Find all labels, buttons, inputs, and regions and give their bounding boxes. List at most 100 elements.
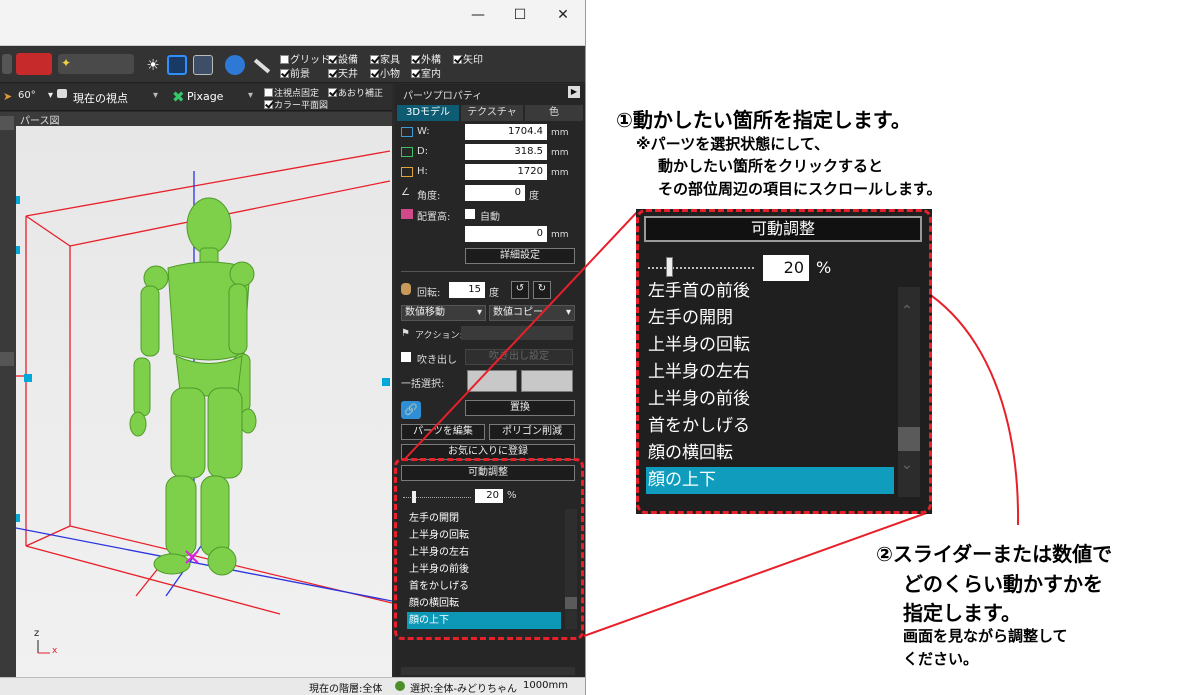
close-icon[interactable]: ✕ xyxy=(548,4,578,26)
figure-model[interactable] xyxy=(129,197,257,576)
move-dropdown[interactable]: 数値移動 ▾ xyxy=(401,305,486,321)
fit-view-icon[interactable] xyxy=(167,55,187,75)
step2-line3: 指定します。 xyxy=(903,601,1021,625)
step2-line1: ②スライダーまたは数値で xyxy=(876,542,1113,566)
application-window: — ☐ ✕ ✦ ☀ グリッド 設備 家具 外構 矢印 前景 天井 小物 室内 ➤… xyxy=(0,0,586,695)
color-plan-checkbox[interactable]: カラー平面図 xyxy=(264,98,328,111)
placement-field[interactable]: 0 xyxy=(465,226,547,242)
rotate-left-icon[interactable]: ↺ xyxy=(511,281,529,299)
small-items-checkbox[interactable]: 小物 xyxy=(370,65,400,80)
status-bar: 現在の階層:全体 選択:全体-みどりちゃん 1000mm xyxy=(0,677,585,695)
exterior-checkbox[interactable]: 外構 xyxy=(411,51,441,66)
auto-checkbox[interactable] xyxy=(465,209,475,219)
interior-check-label: 室内 xyxy=(421,69,441,80)
axis-z-label: z xyxy=(34,628,40,639)
axis-indicator xyxy=(37,640,50,654)
arrow-checkbox[interactable]: 矢印 xyxy=(453,51,483,66)
height-field[interactable]: 1720 xyxy=(465,164,547,180)
rotate-right-icon[interactable]: ↻ xyxy=(533,281,551,299)
fix-focus-check-box[interactable] xyxy=(264,88,273,97)
link-icon[interactable]: 🔗 xyxy=(401,401,421,419)
current-view-dropdown[interactable]: 現在の視点 xyxy=(73,90,128,106)
edit-parts-button[interactable]: パーツを編集 xyxy=(401,424,485,440)
depth-icon xyxy=(401,147,413,157)
copy-dropdown[interactable]: 数値コピー ▾ xyxy=(489,305,575,321)
pixage-dropdown-arrow-icon[interactable]: ▾ xyxy=(248,90,253,101)
strip-button[interactable] xyxy=(0,116,14,130)
polygon-reduce-button[interactable]: ポリゴン削減 xyxy=(489,424,575,440)
step2-line2: どのくらい動かすかを xyxy=(903,572,1103,596)
equipment-check-box[interactable] xyxy=(328,55,337,64)
magic-wand-tool-icon[interactable]: ✦ xyxy=(58,54,134,74)
foreground-checkbox[interactable]: 前景 xyxy=(280,65,310,80)
angle-icon: ∠ xyxy=(401,187,410,198)
furniture-checkbox[interactable]: 家具 xyxy=(370,51,400,66)
angle-field[interactable]: 0 xyxy=(465,185,525,201)
balloon-checkbox[interactable] xyxy=(401,352,411,362)
exterior-check-box[interactable] xyxy=(411,55,420,64)
pixage-icon: ✖ xyxy=(172,88,185,106)
house-icon[interactable] xyxy=(16,53,52,75)
view-toolbar: ➤ 60° ▾ 現在の視点 ▾ ✖ Pixage ▾ 注視点固定 あおり補正 カ… xyxy=(0,84,392,111)
strip-button[interactable] xyxy=(0,352,14,366)
pixage-dropdown[interactable]: Pixage xyxy=(187,90,223,103)
zoom-highlight-border xyxy=(636,209,932,514)
step1-note-line2: 動かしたい箇所をクリックすると xyxy=(658,157,884,175)
dropdown-icon[interactable] xyxy=(2,54,12,74)
panel-bottom-bar xyxy=(401,667,575,675)
3d-viewport[interactable]: z x xyxy=(16,126,392,677)
interior-check-box[interactable] xyxy=(411,69,420,78)
rotation-unit: 度 xyxy=(489,288,499,299)
balloon-settings-button[interactable]: 吹き出し設定 xyxy=(465,349,573,365)
view-dropdown-arrow-icon[interactable]: ▾ xyxy=(153,90,158,101)
color-plan-label: カラー平面図 xyxy=(274,101,329,111)
tab-3d-model[interactable]: 3Dモデル xyxy=(397,105,459,121)
furniture-check-box[interactable] xyxy=(370,55,379,64)
replace-button[interactable]: 置換 xyxy=(465,400,575,416)
color-plan-check-box[interactable] xyxy=(264,100,273,109)
measure-icon[interactable] xyxy=(251,55,271,75)
foreground-check-box[interactable] xyxy=(280,69,289,78)
light-icon[interactable]: ☀ xyxy=(143,55,163,75)
layout-icon[interactable] xyxy=(193,55,213,75)
small-items-check-label: 小物 xyxy=(380,69,400,80)
camera-angle-icon: ➤ xyxy=(3,90,13,103)
tilt-correct-check-box[interactable] xyxy=(328,88,337,97)
arrow-check-box[interactable] xyxy=(453,55,462,64)
move-dropdown-arrow-icon: ▾ xyxy=(476,307,482,318)
depth-label: D: xyxy=(417,146,429,157)
status-layer: 現在の階層:全体 xyxy=(309,684,383,695)
grid-check-box[interactable] xyxy=(280,55,289,64)
tab-color[interactable]: 色 xyxy=(525,105,583,121)
highlight-box xyxy=(394,458,584,640)
tilt-correct-checkbox[interactable]: あおり補正 xyxy=(328,86,383,99)
balloon-label: 吹き出し xyxy=(417,355,457,366)
maximize-icon[interactable]: ☐ xyxy=(505,4,535,26)
placement-icon xyxy=(401,209,413,219)
detail-settings-button[interactable]: 詳細設定 xyxy=(465,248,575,264)
action-dropdown[interactable] xyxy=(461,326,573,340)
panel-expand-icon[interactable]: ▶ xyxy=(568,86,580,98)
rotation-field[interactable]: 15 xyxy=(449,282,485,298)
tilt-correct-label: あおり補正 xyxy=(338,89,384,99)
bulk-select-button-1[interactable] xyxy=(467,370,517,392)
small-items-check-box[interactable] xyxy=(370,69,379,78)
bulk-select-button-2[interactable] xyxy=(521,370,573,392)
ceiling-checkbox[interactable]: 天井 xyxy=(328,65,358,80)
equipment-checkbox[interactable]: 設備 xyxy=(328,51,358,66)
dropdown-arrow-icon[interactable]: ▾ xyxy=(48,90,53,101)
paint-icon[interactable] xyxy=(225,55,245,75)
tab-texture[interactable]: テクスチャ xyxy=(461,105,523,121)
ceiling-check-box[interactable] xyxy=(328,69,337,78)
copy-dropdown-arrow-icon: ▾ xyxy=(565,307,571,318)
height-label: H: xyxy=(417,166,428,177)
status-scale: 1000mm xyxy=(523,680,568,691)
rotate-icon xyxy=(401,283,411,295)
minimize-icon[interactable]: — xyxy=(463,4,493,26)
width-field[interactable]: 1704.4 xyxy=(465,124,547,140)
depth-field[interactable]: 318.5 xyxy=(465,144,547,160)
angle-value[interactable]: 60° xyxy=(18,90,36,101)
grid-checkbox[interactable]: グリッド xyxy=(280,51,330,66)
divider xyxy=(401,271,579,272)
interior-checkbox[interactable]: 室内 xyxy=(411,65,441,80)
